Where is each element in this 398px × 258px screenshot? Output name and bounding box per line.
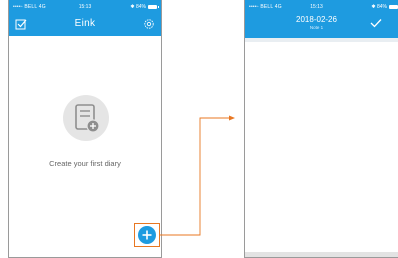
diary-editor-area[interactable]: [245, 42, 398, 257]
checkmark-icon[interactable]: [370, 18, 382, 28]
note-label: Note 1: [309, 25, 324, 30]
battery-label: ✱ 84%: [371, 4, 387, 10]
phone-screen-editor: ••••◦ BELL 4G 15:13 ✱ 84% 2018-02-26 Not…: [244, 0, 398, 258]
bottom-bar: [245, 252, 398, 257]
status-bar: ••••◦ BELL 4G 15:13 ✱ 84% 2018-02-26 Not…: [245, 0, 398, 38]
entry-date: 2018-02-26: [296, 15, 337, 24]
status-time: 15:13: [310, 4, 323, 10]
battery-icon: [389, 5, 398, 9]
battery-indicator: ✱ 84%: [371, 4, 398, 10]
